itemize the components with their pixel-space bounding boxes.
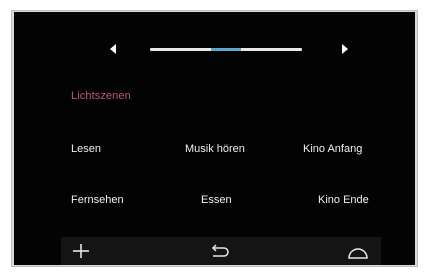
caret-right-icon [342, 44, 348, 54]
scene-button-fernsehen[interactable]: Fernsehen [71, 190, 191, 210]
display-screen: Lichtszenen Lesen Musik hören Kino Anfan… [14, 12, 415, 265]
scene-button-musik-hoeren[interactable]: Musik hören [185, 139, 305, 159]
back-button[interactable] [199, 237, 239, 265]
plus-icon [73, 244, 89, 258]
dome-icon [348, 248, 368, 259]
home-button[interactable] [338, 237, 378, 265]
device-frame: Lichtszenen Lesen Musik hören Kino Anfan… [11, 10, 418, 267]
scene-button-kino-anfang[interactable]: Kino Anfang [303, 139, 415, 159]
scene-button-essen[interactable]: Essen [201, 190, 321, 210]
scene-button-lesen[interactable]: Lesen [71, 139, 191, 159]
scene-button-kino-ende[interactable]: Kino Ende [318, 190, 415, 210]
bottom-toolbar [61, 237, 381, 265]
page-indicator-active [210, 48, 242, 51]
back-arrow-icon [211, 244, 229, 257]
caret-left-icon [110, 44, 116, 54]
next-page-button[interactable] [338, 42, 352, 56]
add-button[interactable] [61, 237, 101, 265]
previous-page-button[interactable] [106, 42, 120, 56]
section-title: Lichtszenen [71, 90, 131, 102]
page-indicator [150, 48, 302, 51]
page-navigation-bar [14, 28, 415, 68]
